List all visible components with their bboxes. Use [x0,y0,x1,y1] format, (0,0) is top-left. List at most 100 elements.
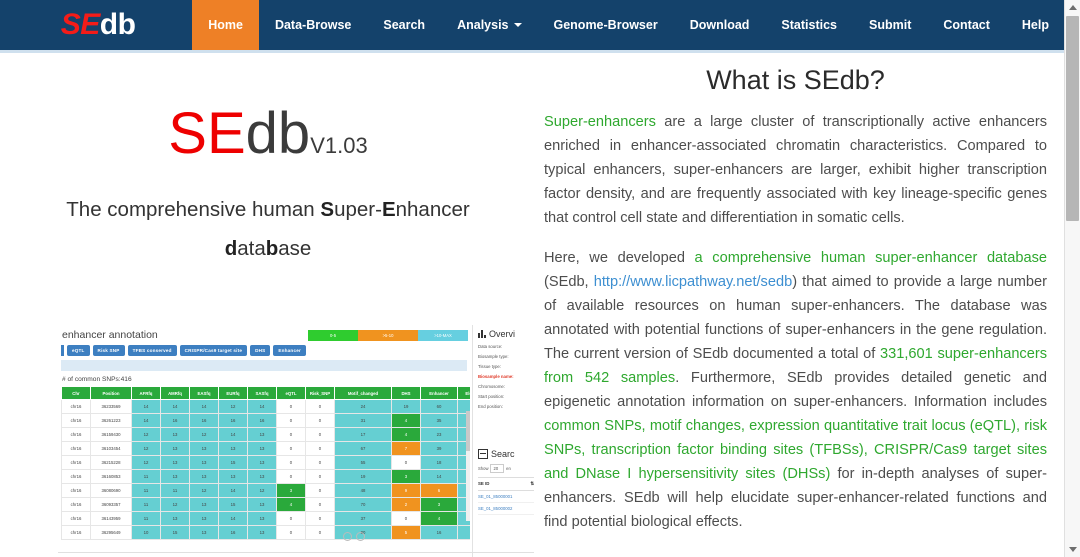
table-cell: 107 [457,525,470,540]
nav-item-label: Genome-Browser [553,18,658,32]
screenshot-carousel-dots[interactable] [343,532,365,541]
carousel-dot[interactable] [343,532,352,541]
screenshot-seid-header[interactable]: SE ID ⇅ [478,477,534,491]
screenshot-tab[interactable]: CRISPR/Cas9 target site [179,345,248,356]
nav-item-analysis[interactable]: Analysis [441,0,537,50]
sedb-url-link[interactable]: http://www.licpathway.net/sedb [594,274,792,290]
site-logo[interactable]: SE db [0,0,192,50]
table-cell: 0 [305,413,335,428]
nav-item-submit[interactable]: Submit [853,0,927,50]
table-column-header: AFRfq [131,386,161,400]
table-cell: 7 [391,441,421,456]
p2-s2: (SEdb, [544,274,594,290]
table-column-header: EASfq [189,386,219,400]
nav-item-contact[interactable]: Contact [927,0,1006,50]
table-cell: 11 [160,483,190,498]
nav-item-label: Download [689,18,750,32]
overview-title-text: Overvi [489,329,516,339]
scroll-down-arrow-icon[interactable] [1065,542,1080,557]
scroll-up-arrow-icon[interactable] [1065,0,1080,15]
about-column: What is SEdb? Super-enhancers are a larg… [536,53,1065,557]
table-cell: 15 [218,455,248,470]
table-row[interactable]: chr1636093357111213151340702341156 [61,497,470,512]
table-cell: 12 [189,483,219,498]
table-body: chr1636233569141414121400241960179109chr… [61,399,470,540]
product-screenshot[interactable]: enhancer annotation eQTL Risk SNP TFBS con… [58,325,534,557]
nav-item-download[interactable]: Download [674,0,766,50]
nav-items: Home Data-Browse Search Analysis Genome-Brow… [192,0,1065,50]
screenshot-tab[interactable]: eQTL [67,345,90,356]
nav-item-data-browse[interactable]: Data-Browse [259,0,367,50]
show-entries-select[interactable]: 20 [490,464,505,473]
table-row[interactable]: chr16361594301213121413001742374154 [61,427,470,442]
legend-segment: >5-10 [358,330,418,341]
table-row[interactable]: chr16361034541213131313006773983154 [61,441,470,456]
table-cell: 13 [247,511,277,526]
logo-db-text: db [99,8,136,41]
legend-segment: >10-MAX [418,330,468,341]
nav-item-label: Data-Browse [274,18,352,32]
table-cell: 60 [420,399,458,414]
screenshot-field-list: Data source: Biosample type: Tissue type: B… [478,344,534,409]
p2-s1: Here, we developed [544,250,695,266]
screenshot-tab[interactable]: Risk SNP [92,345,125,356]
table-row[interactable]: chr1636233569141414121400241960179109 [61,399,470,414]
screenshot-seid-link[interactable]: SE_01_85000002 [478,503,534,515]
window-scrollbar[interactable] [1064,0,1080,557]
nav-item-home[interactable]: Home [192,0,259,50]
bar-chart-icon [478,330,486,338]
table-cell: 0 [276,511,306,526]
table-cell: 13 [189,525,219,540]
table-cell: chr16 [61,455,91,470]
screenshot-field-label: Biosample type: [478,354,509,359]
table-cell: 0 [276,441,306,456]
table-cell: 0 [276,427,306,442]
table-cell: 13 [189,469,219,484]
table-row[interactable]: chr1636080690111112141230489657109 [61,483,470,498]
screenshot-tab[interactable]: Enhancer [273,345,306,356]
table-cell: 48 [334,483,392,498]
table-cell: 12 [160,497,190,512]
sort-icon[interactable]: ⇅ [530,481,534,487]
nav-item-search[interactable]: Search [367,0,441,50]
table-column-header: EURfq [218,386,248,400]
nav-item-help[interactable]: Help [1006,0,1065,50]
about-paragraph-1: Super-enhancers are a large cluster of t… [544,110,1047,230]
table-cell: 13 [160,511,190,526]
screenshot-side-divider [478,419,534,445]
table-cell: 67 [334,441,392,456]
screenshot-tabbar: eQTL Risk SNP TFBS conserved CRISPR/Cas9 ta… [58,345,470,356]
table-cell: 0 [305,525,335,540]
table-cell: chr16 [61,511,91,526]
table-row[interactable]: chr16361608531113131313001931471164 [61,469,470,484]
table-cell: 11 [131,497,161,512]
table-cell: 35 [420,413,458,428]
nav-item-genome-browser[interactable]: Genome-Browser [538,0,674,50]
table-cell: 36103454 [90,441,132,456]
screenshot-field-label: Start position: [478,394,505,399]
table-cell: 17 [334,427,392,442]
screenshot-inner-scrollbar[interactable] [466,411,470,521]
screenshot-tab[interactable]: DHS [250,345,271,356]
screenshot-tab[interactable]: TFBS conserved [127,345,177,356]
table-cell: 14 [420,469,458,484]
table-cell: 15 [160,525,190,540]
carousel-dot[interactable] [356,532,365,541]
table-cell: 70 [334,497,392,512]
screenshot-seid-link[interactable]: SE_01_85000001 [478,491,534,503]
screenshot-field-label: Chromosome: [478,384,505,389]
screenshot-seid-list: SE_01_85000001 SE_01_85000002 [478,491,534,515]
show-label: Show [478,466,489,471]
table-row[interactable]: chr16362152281213131513005501871154 [61,455,470,470]
scrollbar-thumb[interactable] [1066,16,1079,221]
table-row[interactable]: chr163626122314161616160031435149153 [61,413,470,428]
table-row[interactable]: chr163629564910151316130080516107116 [61,525,470,540]
table-cell: chr16 [61,441,91,456]
table-cell: 12 [189,427,219,442]
table-cell: 0 [276,399,306,414]
table-row[interactable]: chr1636143959111313141300370438164 [61,511,470,526]
nav-item-statistics[interactable]: Statistics [765,0,853,50]
show-suffix: en [506,466,511,471]
hero-sub-ata: ata [237,236,266,260]
hero-sub-d: d [224,236,238,260]
